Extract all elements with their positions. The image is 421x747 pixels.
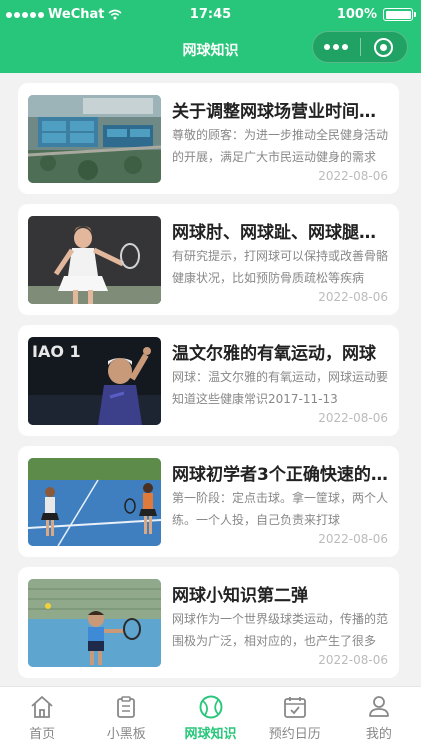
tab-tennis-knowledge[interactable]: 网球知识 xyxy=(168,687,252,747)
article-thumbnail: IAO 1 xyxy=(28,337,161,425)
tab-label: 我的 xyxy=(365,727,392,742)
article-thumbnail xyxy=(28,579,161,667)
tab-label: 首页 xyxy=(29,727,56,742)
article-summary: 尊敬的顾客：为进一步推动全民健身活动的开展，满足广大市民运动健身的需求 xyxy=(172,128,388,164)
tab-label: 预约日历 xyxy=(268,727,321,742)
calendar-check-icon xyxy=(283,697,306,718)
article-title: 网球小知识第二弹 xyxy=(172,586,308,606)
child-playing-tennis-image xyxy=(28,579,161,667)
tennis-court-aerial-image xyxy=(28,95,161,183)
article-thumbnail xyxy=(28,95,161,183)
female-tennis-player-image xyxy=(28,216,161,304)
article-date: 2022-08-06 xyxy=(318,653,388,667)
article-summary: 有研究提示，打网球可以保持或改善骨骼健康状况，比如预防骨质疏松等疾病 xyxy=(172,249,388,285)
article-date: 2022-08-06 xyxy=(318,290,388,304)
article-date: 2022-08-06 xyxy=(318,169,388,183)
article-thumbnail xyxy=(28,458,161,546)
tennis-beginners-practice-image xyxy=(28,458,161,546)
status-bar: WeChat 17:45 100% xyxy=(0,0,421,28)
close-miniprogram-icon[interactable] xyxy=(360,37,407,57)
article-card[interactable]: 关于调整网球场营业时间的通知 尊敬的顾客：为进一步推动全民健身活动的开展，满足广… xyxy=(18,83,399,194)
more-options-icon[interactable] xyxy=(313,44,360,50)
battery-icon xyxy=(383,8,416,21)
tennis-player-celebrating-image: IAO 1 xyxy=(28,337,161,425)
user-icon xyxy=(369,696,389,717)
tab-label: 小黑板 xyxy=(106,727,146,742)
tab-profile[interactable]: 我的 xyxy=(337,687,421,747)
article-title: 网球肘、网球趾、网球腿是怎么回事 xyxy=(172,223,388,243)
article-summary: 第一阶段：定点击球。拿一筐球，两个人练。一个人投，自己负责来打球 xyxy=(172,491,388,527)
article-card[interactable]: 网球肘、网球趾、网球腿是怎么回事 有研究提示，打网球可以保持或改善骨骼健康状况，… xyxy=(18,204,399,315)
home-icon xyxy=(31,696,53,718)
tab-booking-calendar[interactable]: 预约日历 xyxy=(253,687,337,747)
tab-board[interactable]: 小黑板 xyxy=(84,687,168,747)
battery-status: 100% xyxy=(336,7,416,22)
tennis-ball-icon xyxy=(199,695,222,719)
svg-text:IAO 1: IAO 1 xyxy=(32,342,81,361)
article-summary: 网球：温文尔雅的有氧运动，网球运动要知道这些健康常识2017-11-13 xyxy=(172,370,388,406)
tab-home[interactable]: 首页 xyxy=(0,687,84,747)
board-icon xyxy=(117,696,136,718)
tab-label: 网球知识 xyxy=(184,727,237,742)
miniprogram-capsule xyxy=(312,31,408,63)
article-card[interactable]: IAO 1 温文尔雅的有氧运动，网球 网球：温文尔雅的有氧运动，网球运动要知道这… xyxy=(18,325,399,436)
article-title: 关于调整网球场营业时间的通知 xyxy=(172,102,388,122)
article-date: 2022-08-06 xyxy=(318,411,388,425)
article-summary: 网球作为一个世界级球类运动，传播的范围极为广泛，相对应的，也产生了很多 xyxy=(172,612,388,648)
article-thumbnail xyxy=(28,216,161,304)
article-card[interactable]: 网球小知识第二弹 网球作为一个世界级球类运动，传播的范围极为广泛，相对应的，也产… xyxy=(18,567,399,678)
article-card[interactable]: 网球初学者3个正确快速的练习方法 第一阶段：定点击球。拿一筐球，两个人练。一个人… xyxy=(18,446,399,557)
bottom-tab-bar: 首页 小黑板 网球知识 预约日历 我的 xyxy=(0,686,421,747)
article-title: 温文尔雅的有氧运动，网球 xyxy=(172,344,376,364)
battery-percent: 100% xyxy=(336,7,377,22)
article-date: 2022-08-06 xyxy=(318,532,388,546)
article-title: 网球初学者3个正确快速的练习方法 xyxy=(172,465,388,485)
app-header: WeChat 17:45 100% 网球知识 xyxy=(0,0,421,73)
